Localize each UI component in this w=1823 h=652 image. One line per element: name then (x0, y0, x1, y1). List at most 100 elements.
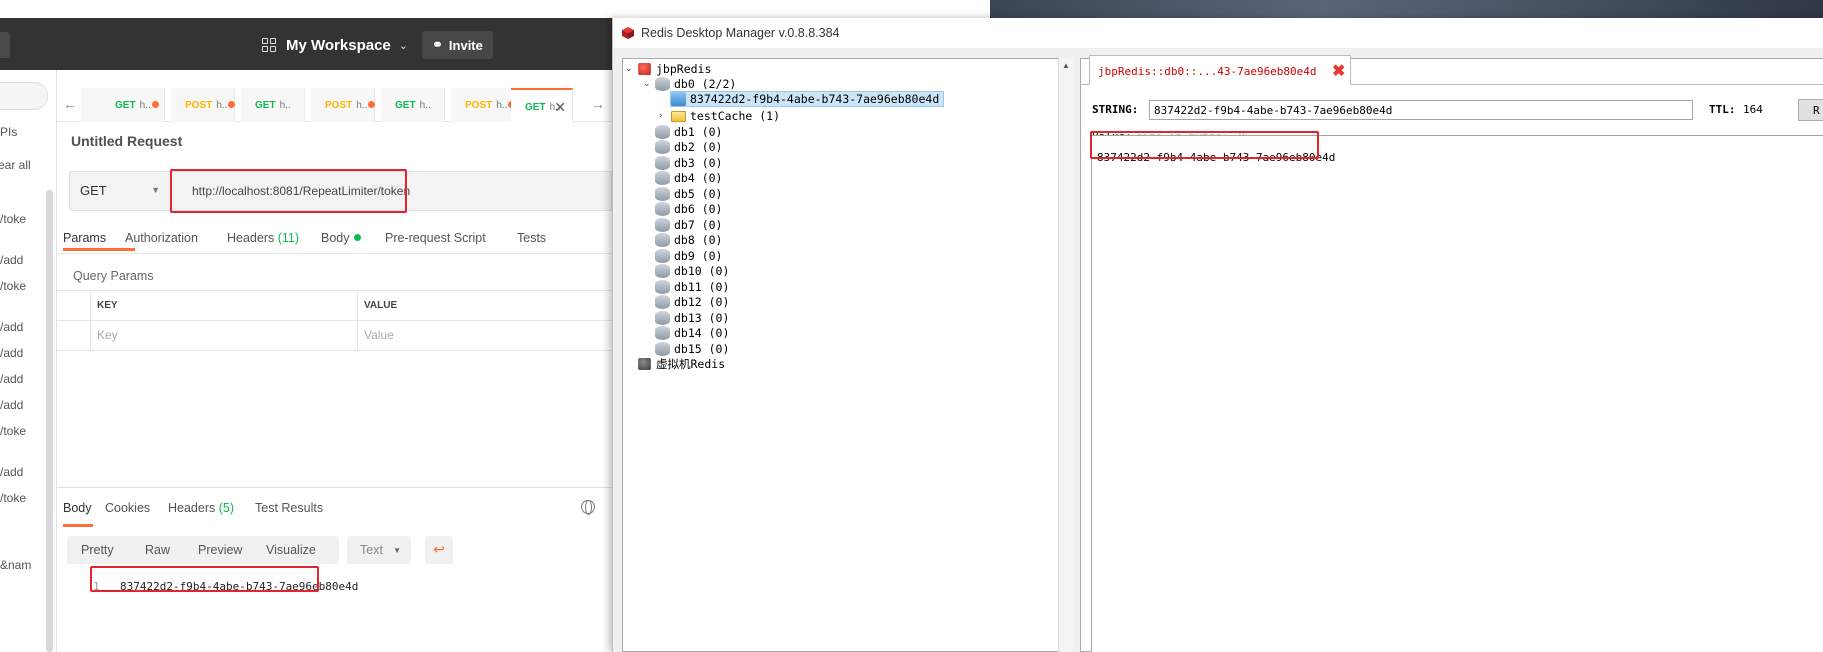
active-tab-underline (63, 248, 135, 251)
db-label: db9 (0) (674, 249, 723, 263)
sidebar-item[interactable]: /add (0, 398, 23, 412)
screen: My Workspace ⌄ ⚭ Invite PIs ear all /tok… (0, 0, 1823, 652)
sidebar-item[interactable]: /add (0, 465, 23, 479)
tab-headers[interactable]: Headers (11) (227, 231, 299, 245)
db-label: db6 (0) (674, 202, 723, 216)
tree-server-node[interactable]: ⌄ jbpRedis (625, 61, 711, 77)
tree-key-node-selected[interactable]: 837422d2-f9b4-4abe-b743-7ae96eb80e4d (670, 91, 945, 107)
tree-db-node[interactable]: db3 (0) (655, 155, 722, 171)
active-tab-underline (63, 524, 93, 527)
tab-tests[interactable]: Tests (517, 231, 546, 245)
tree-scrollbar[interactable]: ▲ (1058, 58, 1073, 652)
database-icon (655, 342, 670, 356)
tree-db-node[interactable]: db9 (0) (655, 248, 722, 264)
response-tab-body[interactable]: Body (63, 501, 92, 515)
sidebar-item[interactable]: /toke (0, 279, 26, 293)
request-title[interactable]: Untitled Request (71, 133, 182, 149)
sidebar-item[interactable]: /toke (0, 491, 26, 505)
invite-button[interactable]: ⚭ Invite (422, 31, 493, 59)
add-person-icon: ⚭ (432, 37, 443, 52)
sidebar-item[interactable]: /add (0, 320, 23, 334)
key-name-field[interactable]: 837422d2-f9b4-4abe-b743-7ae96eb80e4d (1149, 100, 1693, 120)
workspace-switcher[interactable]: My Workspace ⌄ (262, 34, 408, 56)
arrow-left-icon[interactable]: ← (63, 96, 77, 112)
sidebar-item[interactable]: /add (0, 372, 23, 386)
tree-folder-node[interactable]: › testCache (1) (659, 108, 780, 124)
database-icon (655, 218, 670, 232)
response-tab-test-results[interactable]: Test Results (255, 501, 323, 515)
tree-db-node[interactable]: ⌄ db0 (2/2) (643, 76, 736, 92)
sidebar-item[interactable]: &nam (0, 558, 31, 572)
tab-headers-count: (11) (277, 231, 300, 245)
tab-authorization[interactable]: Authorization (125, 231, 198, 245)
language-select[interactable]: Text ▼ (347, 536, 411, 564)
request-tab[interactable]: GET h.. (241, 88, 305, 122)
globe-icon[interactable] (581, 500, 595, 515)
db-label: db10 (0) (674, 264, 730, 278)
method-select[interactable]: GET ▼ (69, 171, 171, 211)
format-visualize[interactable]: Visualize (266, 543, 316, 557)
close-icon[interactable]: ✕ (554, 99, 566, 116)
invite-label: Invite (448, 37, 483, 53)
sidebar-item[interactable]: /toke (0, 424, 26, 438)
arrow-right-icon[interactable]: → (591, 96, 605, 112)
request-tab[interactable]: POST h.. (451, 88, 516, 122)
value-editor[interactable] (1091, 135, 1823, 652)
tree-server-node[interactable]: 虚拟机Redis (637, 356, 725, 372)
request-tab[interactable]: POST h.. (311, 88, 376, 122)
wrap-lines-button[interactable]: ↩ (425, 536, 453, 564)
sidebar-item[interactable]: /toke (0, 212, 26, 226)
sidebar-item[interactable]: PIs (0, 125, 17, 139)
format-raw[interactable]: Raw (145, 543, 170, 557)
request-tab[interactable]: GET h.. (101, 88, 165, 122)
response-tab-cookies[interactable]: Cookies (105, 501, 150, 515)
db-label: db3 (0) (674, 156, 723, 170)
request-tab[interactable]: GET h.. (381, 88, 445, 122)
close-icon[interactable]: ✖ (1332, 61, 1345, 81)
tree-db-node[interactable]: db2 (0) (655, 139, 722, 155)
tree-db-node[interactable]: db4 (0) (655, 170, 722, 186)
table-row: Key Value (57, 321, 612, 351)
tree-db-node[interactable]: db7 (0) (655, 217, 722, 233)
tab-method: GET (255, 100, 276, 111)
tree-db-node[interactable]: db11 (0) (655, 279, 729, 295)
rename-button[interactable]: R (1798, 99, 1823, 121)
tree-db-node[interactable]: db14 (0) (655, 325, 729, 341)
format-preview[interactable]: Preview (198, 543, 242, 557)
tree-db-node[interactable]: db12 (0) (655, 294, 729, 310)
redis-server-icon (638, 63, 651, 75)
request-tab[interactable]: POST h.. (171, 88, 236, 122)
request-tab-active[interactable]: GET h.. ✕ (511, 88, 573, 122)
tab-prerequest-script[interactable]: Pre-request Script (385, 231, 486, 245)
tab-body[interactable]: Body (321, 231, 361, 245)
rdm-titlebar[interactable]: Redis Desktop Manager v.0.8.8.384 (613, 18, 1823, 48)
key-column-header: KEY (90, 291, 358, 321)
header-search-stub[interactable] (0, 32, 10, 58)
sidebar-search[interactable] (0, 82, 48, 110)
db-label: db1 (0) (674, 125, 723, 139)
redis-logo-icon (622, 27, 634, 39)
rdm-window: Redis Desktop Manager v.0.8.8.384 ▲ ⌄ jb… (612, 18, 1823, 652)
tab-params[interactable]: Params (63, 231, 106, 245)
key-input[interactable]: Key (90, 321, 358, 351)
scroll-up-icon[interactable]: ▲ (1062, 61, 1070, 70)
tree-db-node[interactable]: db8 (0) (655, 232, 722, 248)
tree-db-node[interactable]: db10 (0) (655, 263, 729, 279)
tree-db-node[interactable]: db6 (0) (655, 201, 722, 217)
sidebar-item-clear-all[interactable]: ear all (0, 158, 31, 172)
tree-db-node[interactable]: db15 (0) (655, 341, 729, 357)
sidebar-item[interactable]: /add (0, 253, 23, 267)
tree-db-node[interactable]: db5 (0) (655, 186, 722, 202)
chevron-right-icon[interactable]: › (659, 111, 671, 121)
sidebar-item[interactable]: /add (0, 346, 23, 360)
tree-db-node[interactable]: db13 (0) (655, 310, 729, 326)
format-pretty[interactable]: Pretty (81, 543, 114, 557)
response-tab-headers[interactable]: Headers (5) (168, 501, 234, 515)
value-input[interactable]: Value (358, 321, 612, 351)
tree-db-node[interactable]: db1 (0) (655, 124, 722, 140)
sidebar-scrollbar[interactable] (46, 190, 53, 652)
tab-method: GET (525, 102, 546, 113)
key-tab[interactable]: jbpRedis::db0::...43-7ae96eb80e4d ✖ (1089, 55, 1351, 85)
chevron-down-icon[interactable]: ⌄ (625, 64, 637, 74)
chevron-down-icon[interactable]: ⌄ (643, 79, 655, 89)
